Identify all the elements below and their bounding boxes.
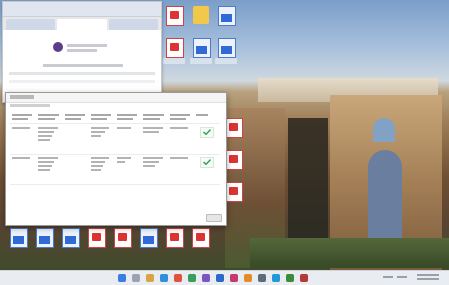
wallpaper-bridge-upper-arch xyxy=(373,118,395,142)
dialog-title xyxy=(10,95,34,99)
desktop-icon-pdf[interactable] xyxy=(88,228,106,248)
taskbar-app-icon[interactable] xyxy=(244,274,252,282)
table-cell xyxy=(10,124,37,155)
desktop-icon-pdf[interactable] xyxy=(166,6,184,26)
dialog-subtitle xyxy=(10,104,50,107)
table-cell xyxy=(141,124,168,155)
table-cell-action xyxy=(193,124,220,155)
column-header xyxy=(36,111,63,124)
table-cell xyxy=(167,154,194,185)
desktop-icon-document[interactable] xyxy=(193,38,211,58)
page-table-header-placeholder xyxy=(9,72,155,75)
column-header xyxy=(115,111,142,124)
column-header xyxy=(10,111,37,124)
desktop-icon-folder[interactable] xyxy=(193,6,209,24)
taskbar-app-icon[interactable] xyxy=(286,274,294,282)
taskbar-app-icon[interactable] xyxy=(202,274,210,282)
checkmark-icon xyxy=(202,129,211,135)
desktop-icon-pdf[interactable] xyxy=(166,38,184,58)
taskbar-app-icon[interactable] xyxy=(230,274,238,282)
table-cell xyxy=(115,124,142,155)
checkmark-icon xyxy=(202,159,211,165)
column-header xyxy=(88,111,115,124)
desktop-icon-document[interactable] xyxy=(140,228,158,248)
taskbar-app-icon[interactable] xyxy=(272,274,280,282)
page-table-row-placeholder xyxy=(9,80,155,83)
desktop-icon-pdf[interactable] xyxy=(225,182,243,202)
table-row xyxy=(10,124,220,155)
confirm-button[interactable] xyxy=(199,127,214,138)
taskbar-app-icon[interactable] xyxy=(216,274,224,282)
table-cell xyxy=(88,124,115,155)
browser-taskbar-icon[interactable] xyxy=(160,274,168,282)
desktop-icon-pdf[interactable] xyxy=(166,228,184,248)
taskbar xyxy=(0,270,449,285)
desktop-icon-pdf[interactable] xyxy=(192,228,210,248)
dialog-close-button[interactable] xyxy=(206,214,222,222)
taskbar-app-icon[interactable] xyxy=(300,274,308,282)
column-header xyxy=(167,111,194,124)
table-cell xyxy=(36,124,63,155)
system-tray[interactable] xyxy=(383,274,443,282)
dialog-table xyxy=(10,111,220,185)
browser-window xyxy=(2,1,162,103)
start-button[interactable] xyxy=(118,274,126,282)
desktop-icon-document[interactable] xyxy=(218,38,236,58)
browser-tab-strip xyxy=(3,17,161,31)
column-header-action xyxy=(193,111,220,124)
table-cell xyxy=(36,154,63,185)
modal-dialog xyxy=(5,92,227,226)
desktop-icon-pdf[interactable] xyxy=(225,150,243,170)
page-heading-placeholder xyxy=(67,44,107,47)
page-heading-placeholder xyxy=(67,49,97,52)
desktop-icon-document[interactable] xyxy=(10,228,28,248)
column-header xyxy=(62,111,89,124)
table-row xyxy=(10,154,220,185)
browser-titlebar xyxy=(3,2,161,17)
wallpaper-greenery xyxy=(250,238,449,268)
taskbar-app-icon[interactable] xyxy=(188,274,196,282)
table-cell xyxy=(88,154,115,185)
institution-logo xyxy=(53,42,63,52)
table-cell xyxy=(62,124,89,155)
desktop-icon-document[interactable] xyxy=(218,6,236,26)
desktop-icon-label xyxy=(215,58,237,64)
taskbar-app-icon[interactable] xyxy=(258,274,266,282)
page-section-title-placeholder xyxy=(43,64,123,67)
table-header-row xyxy=(10,111,220,124)
table-cell xyxy=(115,154,142,185)
dialog-titlebar xyxy=(6,93,226,103)
desktop-icon-label xyxy=(163,58,185,64)
taskbar-app-icon[interactable] xyxy=(174,274,182,282)
desktop-icon-document[interactable] xyxy=(36,228,54,248)
file-explorer-icon[interactable] xyxy=(146,274,154,282)
table-cell xyxy=(10,154,37,185)
desktop-icon-document[interactable] xyxy=(62,228,80,248)
desktop-icon-label xyxy=(190,58,212,64)
desktop-icon-pdf[interactable] xyxy=(225,118,243,138)
table-cell-action xyxy=(193,154,220,185)
table-cell xyxy=(62,154,89,185)
column-header xyxy=(141,111,168,124)
search-icon[interactable] xyxy=(132,274,140,282)
table-cell xyxy=(141,154,168,185)
confirm-button[interactable] xyxy=(199,157,214,168)
desktop-icon-pdf[interactable] xyxy=(114,228,132,248)
table-cell xyxy=(167,124,194,155)
